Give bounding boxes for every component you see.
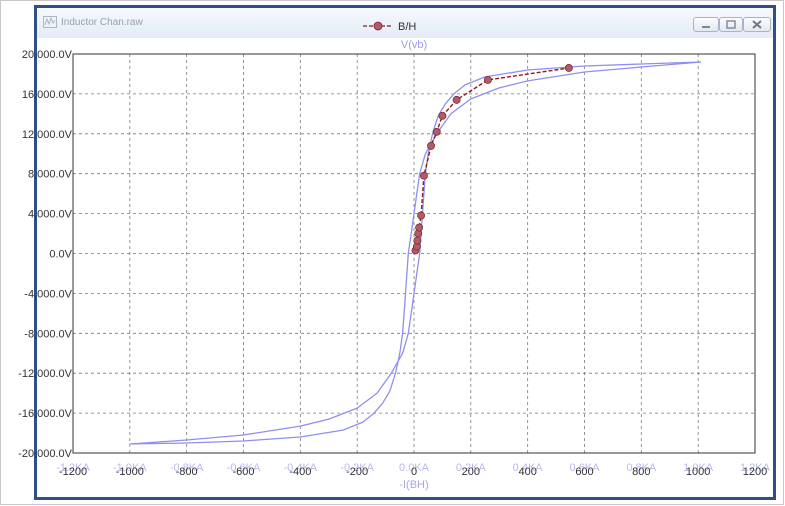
bh-data-point [415,223,424,232]
y-tick-label: 20,000.0V [22,49,73,61]
bh-data-point [427,141,435,150]
series [129,61,702,445]
bh-data-point [483,75,492,84]
y-tick-label: 16,000.0V [22,89,73,101]
bh-series-line [414,67,570,251]
x-tick-label: 600 [575,466,593,478]
bh-data-point [564,64,573,72]
bh-data-point [452,95,461,104]
x-tick-label: 200 [462,466,480,478]
y-tick-label: 4,000.0V [28,209,73,221]
x-tick-label: -200 [346,466,368,478]
y-tick-labels: 20,000.0V 16,000.0V 12,000.0V 8,000.0V 4,000… [18,49,72,460]
bh-data-point [419,171,428,180]
y-tick-label: -4,000.0V [24,288,72,300]
x-tick-label: -1000 [116,466,144,478]
legend-label: B/H [398,21,416,33]
y-tick-label: 8,000.0V [28,169,73,181]
x-tick-label: 800 [632,466,650,478]
x-tick-label: -600 [232,466,254,478]
y-tick-label: -8,000.0V [24,328,72,340]
x-axis-label: -I(BH) [399,479,428,491]
legend[interactable]: B/H [363,21,416,33]
x-tick-label: -400 [289,466,311,478]
y-tick-label: 0.0V [49,249,72,261]
bh-data-point [438,111,447,120]
chart-title: V(vb) [401,39,427,51]
legend-swatch-marker [373,21,383,31]
x-tick-label: -800 [176,466,198,478]
bh-curve-chart: -1.2KA -1.0KA -0.8KA -0.6KA -0.4KA -0.2KA 0.0K… [18,21,770,491]
x-tick-labels: -1200 -1000 -800 -600 -400 -200 0 200 400 600 800 1… [59,466,767,478]
y-tick-label: 12,000.0V [22,129,73,141]
bh-data-point [432,127,441,136]
x-tick-label: 1000 [686,466,710,478]
x-tick-label: 400 [518,466,536,478]
y-tick-label: -20,000.0V [18,448,72,460]
x-tick-label: 1200 [743,466,767,478]
x-tick-label: -1200 [59,466,87,478]
bh-data-point [417,211,426,220]
y-tick-label: -12,000.0V [18,368,72,380]
y-tick-label: -16,000.0V [18,408,72,420]
bh-data-point [413,236,422,245]
x-tick-label: 0 [411,466,417,478]
